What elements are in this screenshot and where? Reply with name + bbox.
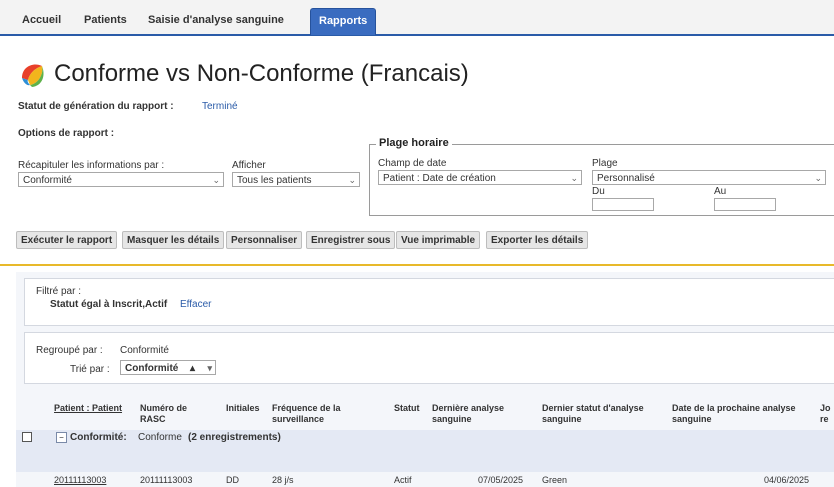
run-report-button[interactable]: Exécuter le rapport xyxy=(16,231,118,249)
group-prefix: Conformité: xyxy=(70,432,127,443)
customize-button[interactable]: Personnaliser xyxy=(226,231,303,249)
show-label: Afficher xyxy=(232,160,266,171)
col-header-initials[interactable]: Initiales xyxy=(226,403,260,414)
col-header-next-analysis[interactable]: Date de la prochaine analyse sanguine xyxy=(672,403,812,425)
chevron-down-icon: ▾ xyxy=(207,363,212,373)
row-next-date: 04/06/2025 xyxy=(764,475,810,485)
col-header-last-status[interactable]: Dernier statut d'analyse sanguine xyxy=(542,403,660,425)
grouped-by-label: Regroupé par : xyxy=(36,345,103,356)
clear-filter-link[interactable]: Effacer xyxy=(180,299,212,310)
row-last-status: Green xyxy=(542,475,568,485)
page-title: Conforme vs Non-Conforme (Francais) xyxy=(54,60,469,87)
top-tab-bar: Accueil Patients Saisie d'analyse sangui… xyxy=(0,0,834,36)
grouping-box xyxy=(24,332,834,384)
collapse-group-icon[interactable]: − xyxy=(56,432,67,443)
grouped-by-value: Conformité xyxy=(120,345,169,356)
date-field-value: Patient : Date de création xyxy=(383,173,496,184)
report-options-title: Options de rapport : xyxy=(18,128,115,139)
generation-status-label: Statut de génération du rapport : xyxy=(18,101,174,112)
col-header-status[interactable]: Statut xyxy=(394,403,420,414)
filter-label: Filtré par : xyxy=(36,286,82,297)
row-initials: DD xyxy=(226,475,239,485)
tab-patients[interactable]: Patients xyxy=(76,9,135,31)
col-header-truncated[interactable]: Jo re xyxy=(820,403,832,425)
col-header-frequency[interactable]: Fréquence de la surveillance xyxy=(272,403,356,425)
summarize-by-value: Conformité xyxy=(23,175,72,186)
chevron-down-icon: ⌄ xyxy=(348,175,356,185)
show-value: Tous les patients xyxy=(237,175,312,186)
printable-view-button[interactable]: Vue imprimable xyxy=(396,231,481,249)
col-header-last-analysis[interactable]: Dernière analyse sanguine xyxy=(432,403,524,425)
summarize-by-select[interactable]: Conformité ⌄ xyxy=(18,172,224,187)
show-select[interactable]: Tous les patients ⌄ xyxy=(232,172,360,187)
date-field-label: Champ de date xyxy=(378,158,447,169)
time-range-legend: Plage horaire xyxy=(376,137,452,149)
report-logo-icon xyxy=(22,64,44,87)
filter-text: Statut égal à Inscrit,Actif xyxy=(50,299,168,310)
group-value: Conforme xyxy=(138,432,182,443)
row-rasc: 20111113003 xyxy=(140,475,193,485)
row-last-date: 07/05/2025 xyxy=(478,475,524,485)
group-count: (2 enregistrements) xyxy=(188,432,281,443)
col-header-patient[interactable]: Patient : Patient xyxy=(54,403,124,414)
hide-details-button[interactable]: Masquer les détails xyxy=(122,231,225,249)
from-label: Du xyxy=(592,186,605,197)
sort-by-select[interactable]: Conformité ▴ ▾ xyxy=(120,360,216,375)
sorted-by-label: Trié par : xyxy=(70,364,110,375)
chevron-down-icon: ⌄ xyxy=(212,175,220,185)
export-details-button[interactable]: Exporter les détails xyxy=(486,231,589,249)
summarize-by-label: Récapituler les informations par : xyxy=(18,160,165,171)
range-select[interactable]: Personnalisé ⌄ xyxy=(592,170,826,185)
row-frequency: 28 j/s xyxy=(272,475,294,485)
tab-accueil[interactable]: Accueil xyxy=(14,9,69,31)
range-value: Personnalisé xyxy=(597,173,655,184)
section-divider xyxy=(0,264,834,266)
tab-rapports[interactable]: Rapports xyxy=(310,8,377,35)
chevron-down-icon: ⌄ xyxy=(814,173,822,183)
row-status: Actif xyxy=(394,475,412,485)
row-patient-link[interactable]: 20111113003 xyxy=(54,475,106,485)
to-date-input[interactable] xyxy=(714,198,776,211)
save-as-button[interactable]: Enregistrer sous xyxy=(306,231,396,249)
sort-by-value: Conformité xyxy=(125,363,179,374)
to-label: Au xyxy=(714,186,727,197)
from-date-input[interactable] xyxy=(592,198,654,211)
sort-direction-icon: ▴ xyxy=(189,363,195,374)
chevron-down-icon: ⌄ xyxy=(570,173,578,183)
group-checkbox[interactable] xyxy=(22,432,32,442)
generation-status-value: Terminé xyxy=(202,101,238,112)
col-header-rasc[interactable]: Numéro de RASC xyxy=(140,403,200,425)
range-label: Plage xyxy=(592,158,618,169)
tab-saisie-analyse[interactable]: Saisie d'analyse sanguine xyxy=(140,9,292,31)
date-field-select[interactable]: Patient : Date de création ⌄ xyxy=(378,170,582,185)
